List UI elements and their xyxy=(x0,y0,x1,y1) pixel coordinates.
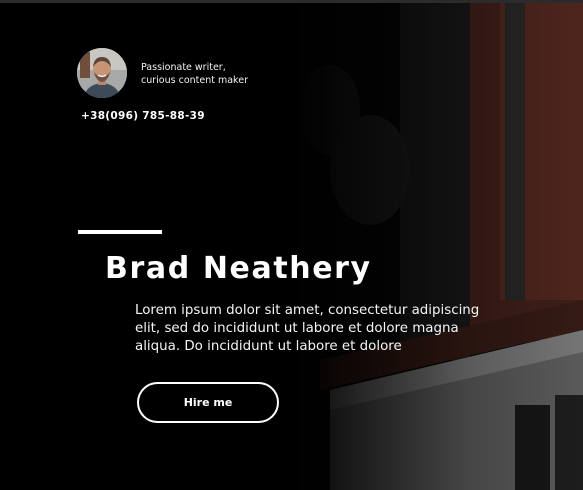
bio-line-2: elit, sed do incididunt ut labore et dol… xyxy=(135,321,459,336)
avatar-portrait-icon xyxy=(77,48,127,98)
phone-number[interactable]: +38(096) 785-88-39 xyxy=(81,110,205,122)
hero-name-heading: Brad Neathery xyxy=(105,251,372,286)
hire-me-button[interactable]: Hire me xyxy=(137,382,279,423)
avatar xyxy=(77,48,127,98)
accent-divider xyxy=(78,230,162,234)
bio-line-3: aliqua. Do incididunt ut labore et dolor… xyxy=(135,339,402,354)
hero-section: Passionate writer, curious content maker… xyxy=(0,0,583,490)
tagline-line-2: curious content maker xyxy=(141,74,248,86)
hero-bio: Lorem ipsum dolor sit amet, consectetur … xyxy=(135,302,555,356)
bio-line-1: Lorem ipsum dolor sit amet, consectetur … xyxy=(135,303,480,318)
profile-tagline: Passionate writer, curious content maker xyxy=(141,62,291,87)
tagline-line-1: Passionate writer, xyxy=(141,62,226,73)
top-border xyxy=(0,0,583,3)
